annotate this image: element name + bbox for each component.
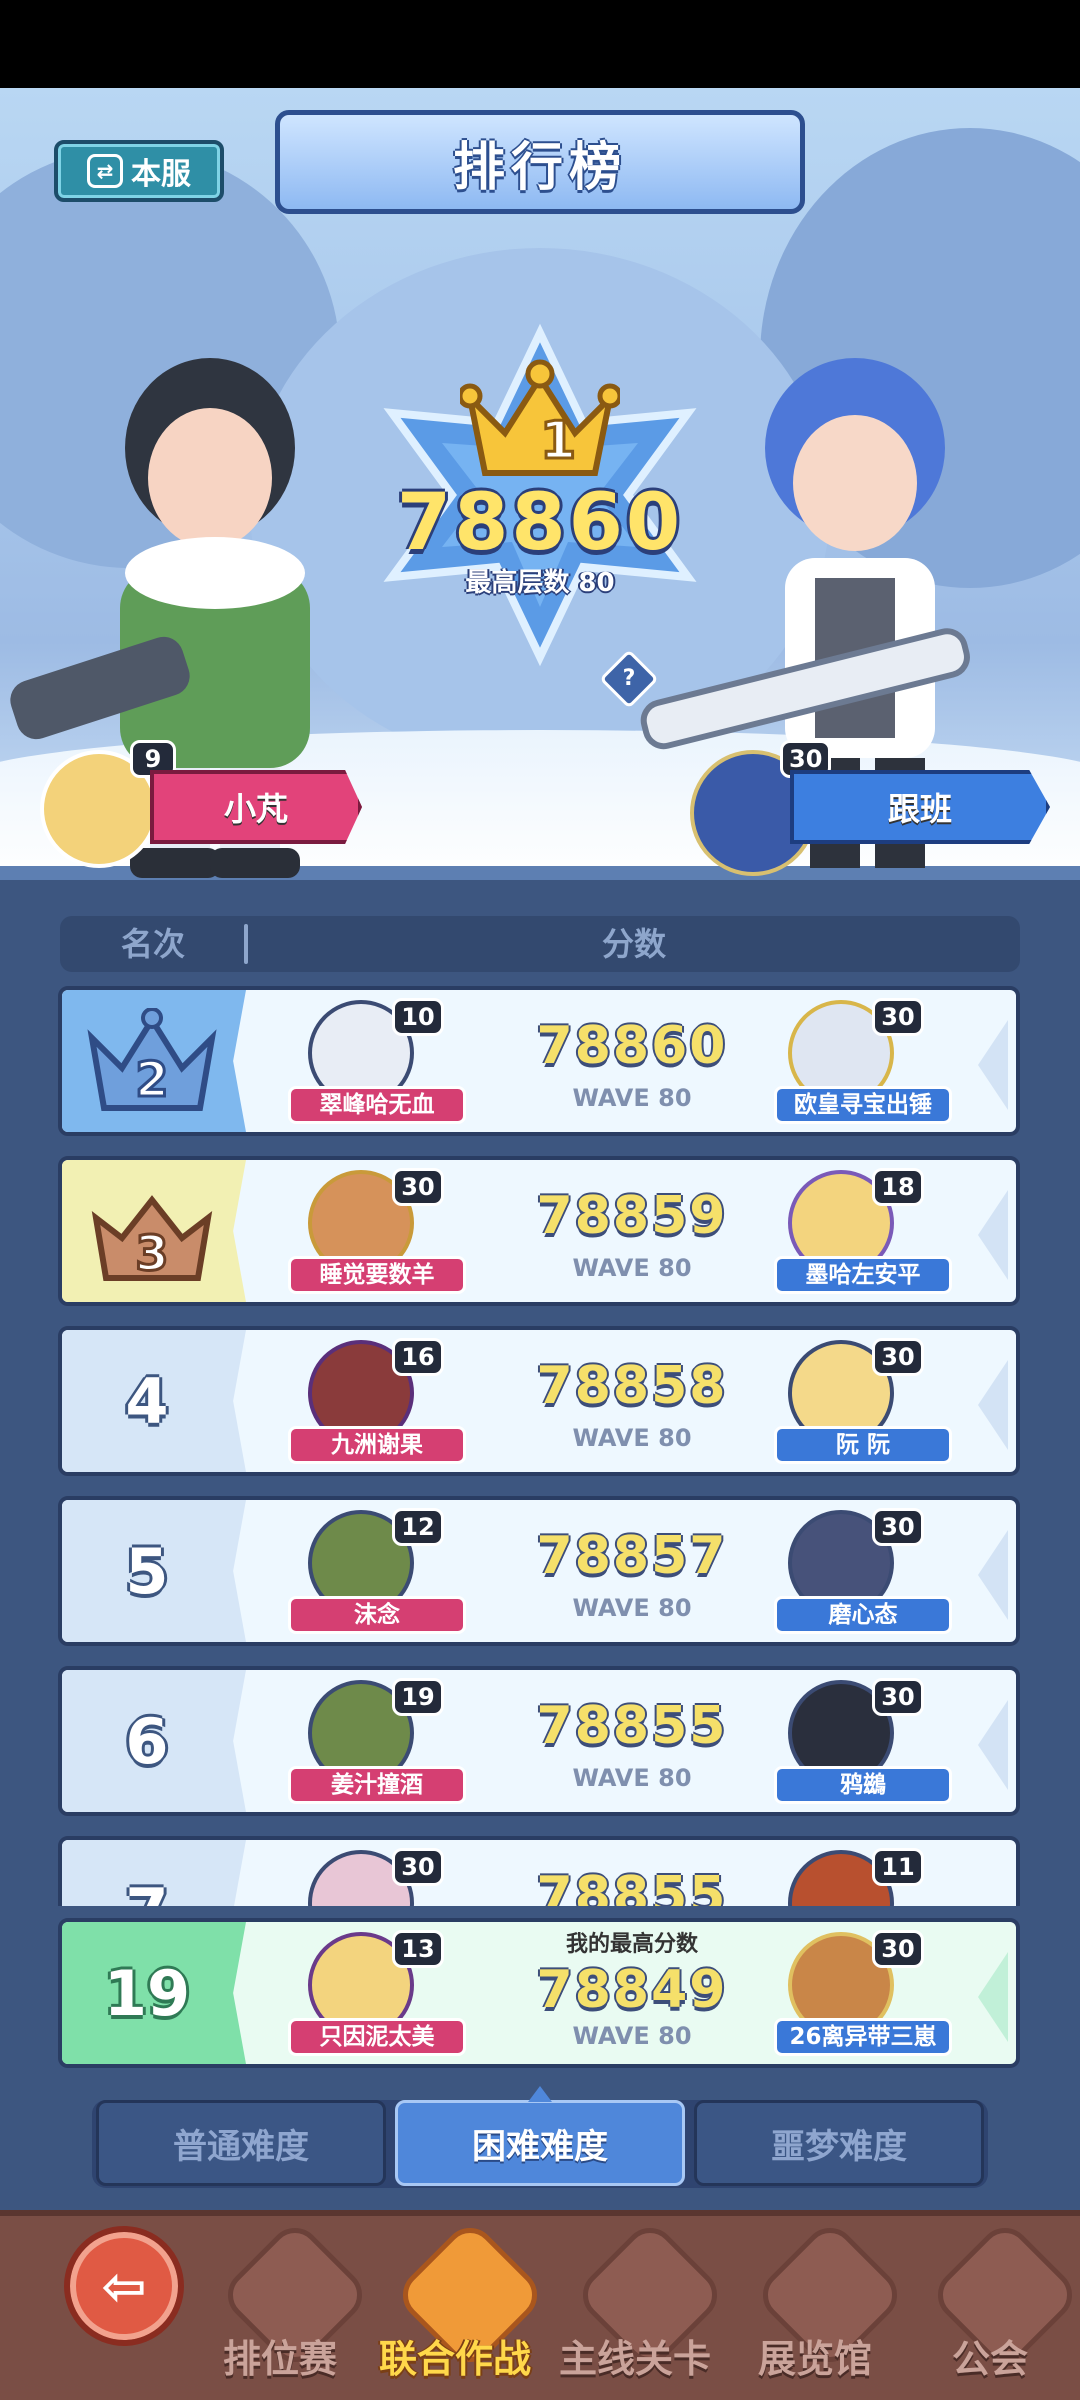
header-score: 分数 [601,925,666,963]
left-level: 19 [392,1678,444,1716]
nav-label: 展览馆 [757,2337,872,2381]
tab-hard-difficulty[interactable]: 困难难度 [395,2100,685,2186]
nav-label: 联合作战 [378,2337,531,2381]
tab-normal-difficulty[interactable]: 普通难度 [96,2100,386,2186]
table-row[interactable]: 7 30 78855 11 [58,1836,1020,1906]
my-wave: WAVE 80 [572,2022,692,2050]
crown-rank-1-icon: 1 [460,359,620,476]
right-level: 18 [872,1168,924,1206]
wave: WAVE 80 [572,1764,692,1792]
nav-co-op[interactable]: 联合作战 [365,2216,548,2400]
table-row[interactable]: 2 10 翠峰哈无血 78860 WAVE 80 30 欧皇寻宝出锤 [58,986,1020,1136]
table-row[interactable]: 3 30 睡觉要数羊 78859 WAVE 80 18 墨哈左安平 [58,1156,1020,1306]
my-rank-number: 19 [103,1956,191,2030]
silver-crown-icon: 2 [87,1008,217,1111]
right-name: 磨心态 [774,1596,952,1634]
score: 78855 [536,1696,728,1756]
score: 78859 [536,1186,728,1246]
back-button[interactable]: ⇦ [64,2226,184,2346]
podium-scene: ⇄ 本服 排行榜 1 78860 最高层数 80 ? 9 小芃 30 跟班 [0,88,1080,880]
my-right-name: 26离异带三崽 [774,2018,952,2056]
difficulty-tabs: 普通难度 困难难度 噩梦难度 [92,2100,988,2188]
nav-label: 排位赛 [222,2337,337,2381]
rank-number: 2 [135,1052,168,1108]
rank-number: 5 [125,1534,169,1608]
my-left-name: 只因泥太美 [288,2018,466,2056]
right-level: 30 [872,998,924,1036]
nav-label: 公会 [951,2337,1028,2381]
left-level: 16 [392,1338,444,1376]
rank-number: 6 [125,1704,169,1778]
left-level: 30 [392,1168,444,1206]
left-level: 12 [392,1508,444,1546]
server-label: 本服 [131,157,191,192]
right-level: 30 [872,1338,924,1376]
table-row[interactable]: 5 12 沫念 78857 WAVE 80 30 磨心态 [58,1496,1020,1646]
wave: WAVE 80 [572,1594,692,1622]
score: 78857 [536,1526,728,1586]
top-max-floor: 最高层数 80 [465,568,615,598]
left-name: 睡觉要数羊 [288,1256,466,1294]
nav-label: 主线关卡 [558,2337,711,2381]
wave: WAVE 80 [572,1084,692,1112]
right-level: 11 [872,1848,924,1886]
page-title: 排行榜 [275,110,805,214]
wave: WAVE 80 [572,1254,692,1282]
left-name: 姜汁撞酒 [288,1766,466,1804]
my-best-score-title: 我的最高分数 [565,1932,698,1957]
top-rank-number: 1 [540,411,576,471]
wave: WAVE 80 [572,1424,692,1452]
my-best-score-row[interactable]: 19 13 只因泥太美 我的最高分数 78849 WAVE 80 30 26离异… [58,1918,1020,2068]
leaderboard-panel: 名次 分数 2 10 翠峰哈无血 78860 WAVE 80 30 欧皇寻宝出锤 [0,880,1080,2210]
top-left-name: 小芃 [150,770,362,844]
nav-guild[interactable]: 公会 [900,2216,1080,2400]
status-bar [0,0,1080,88]
my-score: 78849 [536,1960,728,2020]
back-arrow-icon: ⇦ [101,2254,147,2318]
right-level: 30 [872,1678,924,1716]
header-rank: 名次 [120,925,185,963]
right-name: 鸦鷀 [774,1766,952,1804]
table-row[interactable]: 6 19 姜汁撞酒 78855 WAVE 80 30 鸦鷀 [58,1666,1020,1816]
left-level: 30 [392,1848,444,1886]
rank-number: 7 [62,1840,232,1907]
nav-main-stages[interactable]: 主线关卡 [545,2216,728,2400]
top-right-name: 跟班 [790,770,1050,844]
bronze-crown-icon: 3 [91,1195,213,1284]
score: 78858 [536,1356,728,1416]
left-name: 沫念 [288,1596,466,1634]
right-name: 阮 阮 [774,1426,952,1464]
right-name: 墨哈左安平 [774,1256,952,1294]
rank-number: 4 [125,1364,169,1438]
leaderboard-list[interactable]: 2 10 翠峰哈无血 78860 WAVE 80 30 欧皇寻宝出锤 3 30 … [0,986,1080,1906]
rank-number: 3 [135,1226,168,1282]
left-name: 九洲谢果 [288,1426,466,1464]
right-name: 欧皇寻宝出锤 [774,1086,952,1124]
server-toggle-button[interactable]: ⇄ 本服 [54,140,224,202]
tab-nightmare-difficulty[interactable]: 噩梦难度 [694,2100,984,2186]
left-level: 10 [392,998,444,1036]
score: 78855 [536,1866,728,1906]
nav-gallery[interactable]: 展览馆 [725,2216,908,2400]
my-left-level: 13 [392,1930,444,1968]
left-name: 翠峰哈无血 [288,1086,466,1124]
right-level: 30 [872,1508,924,1546]
table-header: 名次 分数 [60,916,1020,972]
table-row[interactable]: 4 16 九洲谢果 78858 WAVE 80 30 阮 阮 [58,1326,1020,1476]
nav-ranked[interactable]: 排位赛 [190,2216,373,2400]
my-right-level: 30 [872,1930,924,1968]
score: 78860 [536,1016,728,1076]
swap-icon: ⇄ [87,154,123,188]
